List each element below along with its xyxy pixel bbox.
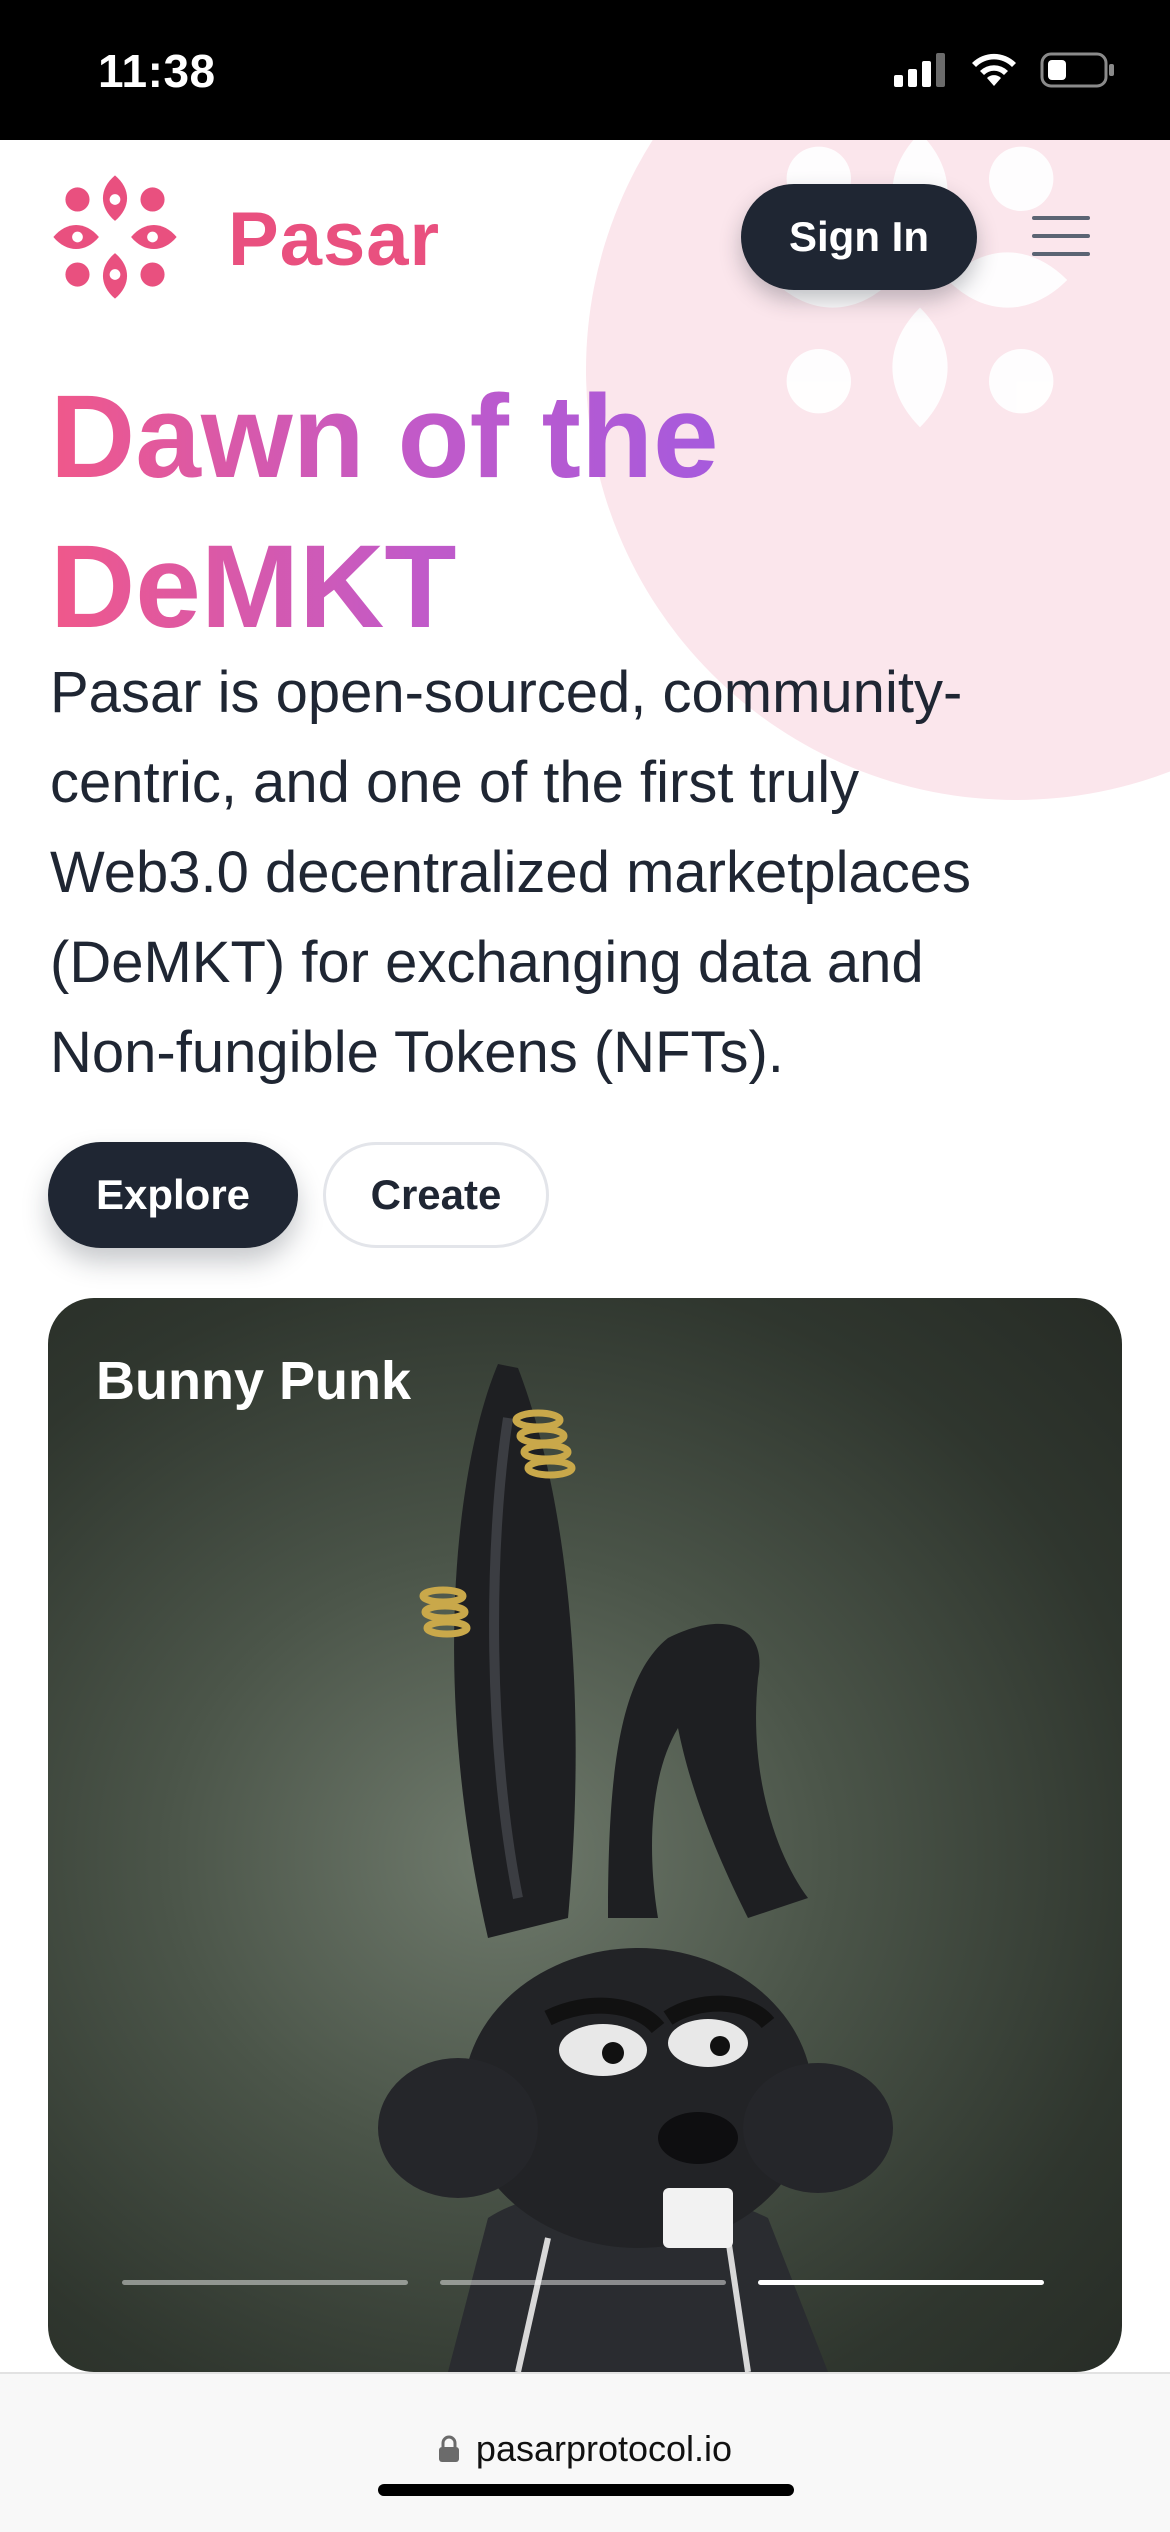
wifi-icon [972, 53, 1016, 86]
lock-icon [438, 2435, 459, 2462]
status-icons [894, 52, 1116, 88]
page-content: Pasar Sign In Dawn of the DeMKT Pasar is… [0, 140, 1170, 2372]
home-indicator[interactable] [378, 2484, 794, 2496]
featured-nft-card[interactable]: Bunny Punk [48, 1298, 1122, 2372]
explore-button[interactable]: Explore [48, 1142, 298, 1248]
slide-progress-3-active[interactable] [758, 2280, 1044, 2285]
logo-wordmark[interactable]: Pasar [228, 196, 440, 283]
slide-progress-2[interactable] [440, 2280, 726, 2285]
hero-title: Dawn of the DeMKT [50, 362, 850, 662]
hero-description: Pasar is open-sourced, community-centric… [50, 660, 971, 1085]
hero-title-line-2: DeMKT [50, 521, 457, 653]
pasar-logo-icon [53, 175, 177, 299]
hamburger-menu-icon[interactable] [1032, 216, 1090, 256]
battery-icon [1040, 52, 1114, 88]
status-time: 11:38 [98, 45, 216, 97]
sign-in-button[interactable]: Sign In [741, 184, 977, 290]
url-text[interactable]: pasarprotocol.io [476, 2428, 732, 2470]
signal-icon [894, 53, 945, 87]
status-bar: 11:38 [0, 0, 1170, 140]
create-button[interactable]: Create [323, 1142, 549, 1248]
nft-title: Bunny Punk [96, 1351, 412, 1411]
browser-url-bar[interactable]: pasarprotocol.io [0, 2372, 1170, 2532]
hero-title-line-1: Dawn of the [50, 371, 719, 503]
slide-progress-1[interactable] [122, 2280, 408, 2285]
bunny-punk-artwork [378, 1364, 893, 2372]
